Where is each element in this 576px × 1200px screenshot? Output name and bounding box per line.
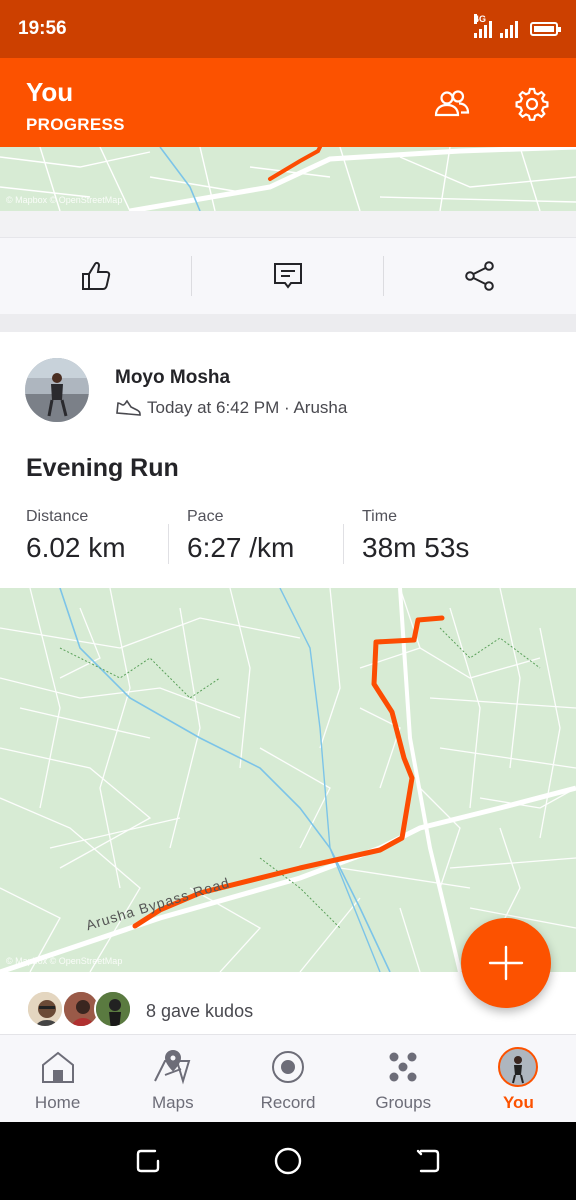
nav-label: Record [260, 1093, 316, 1112]
home-icon [38, 1047, 78, 1087]
plus-icon [488, 945, 524, 981]
status-icons: 4G [474, 14, 561, 38]
kudos-text[interactable]: 8 gave kudos [146, 1001, 253, 1022]
kudos-button[interactable] [0, 238, 192, 314]
previous-activity-map[interactable]: © Mapbox © OpenStreetMap [0, 147, 576, 211]
activity-action-bar [0, 237, 576, 314]
page-title: You [26, 77, 74, 107]
friends-button[interactable] [429, 82, 473, 126]
page-subtitle: PROGRESS [26, 115, 125, 134]
battery-icon [530, 22, 561, 36]
shoe-icon [116, 399, 141, 416]
card-gap [0, 211, 576, 237]
avatar [498, 1047, 539, 1087]
nav-label: Home [34, 1093, 81, 1112]
nav-record[interactable]: Record [230, 1035, 345, 1122]
athlete-photo [25, 358, 89, 422]
bottom-nav: Home Maps Record Groups You [0, 1034, 576, 1122]
back-icon [416, 1149, 440, 1173]
nav-maps[interactable]: Maps [115, 1035, 230, 1122]
nav-you[interactable]: You [461, 1035, 576, 1122]
nav-label: Maps [152, 1093, 194, 1112]
recent-apps-button[interactable] [133, 1146, 163, 1176]
share-button[interactable] [384, 238, 576, 314]
athlete-name[interactable]: Moyo Mosha [115, 367, 230, 389]
groups-icon [383, 1047, 423, 1087]
gear-icon [515, 87, 549, 121]
recent-apps-icon [136, 1149, 160, 1173]
stat-divider [343, 524, 344, 564]
stat-value: 6.02 km [26, 532, 126, 563]
nav-groups[interactable]: Groups [346, 1035, 461, 1122]
home-system-button[interactable] [273, 1146, 303, 1176]
stat-value: 6:27 /km [187, 532, 295, 563]
stat-label: Pace [187, 508, 224, 525]
share-icon [465, 261, 494, 291]
activity-map[interactable]: © Mapbox © OpenStreetMap Arusha Bypass R… [0, 588, 576, 972]
stat-label: Distance [26, 508, 89, 525]
status-time: 19:56 [18, 18, 67, 39]
status-bar: 19:56 4G [0, 0, 576, 58]
thumbs-up-icon [82, 261, 111, 290]
athlete-avatar[interactable] [25, 358, 89, 422]
system-nav-bar [0, 1122, 576, 1200]
activity-title[interactable]: Evening Run [26, 454, 179, 483]
add-activity-button[interactable] [461, 918, 551, 1008]
settings-button[interactable] [510, 82, 554, 126]
stat-pace: Pace 6:27 /km [187, 508, 343, 564]
nav-label: Groups [375, 1093, 432, 1112]
kudo-avatar [26, 990, 64, 1028]
comment-icon [274, 263, 302, 289]
signal-icon [500, 20, 518, 38]
activity-stats: Distance 6.02 km Pace 6:27 /km Time 38m … [26, 508, 512, 564]
record-icon [268, 1047, 308, 1087]
map-attribution: © Mapbox © OpenStreetMap [6, 956, 123, 966]
stat-time: Time 38m 53s [362, 508, 512, 564]
activity-card[interactable]: Moyo Mosha Today at 6:42 PM · Arusha Eve… [0, 332, 576, 588]
nav-label: You [502, 1093, 534, 1112]
stat-label: Time [362, 508, 397, 525]
stat-distance: Distance 6.02 km [26, 508, 168, 564]
back-button[interactable] [413, 1146, 443, 1176]
stat-value: 38m 53s [362, 532, 470, 563]
app-header: You PROGRESS [0, 58, 576, 147]
friends-icon [434, 90, 470, 117]
map-roads [0, 588, 576, 972]
signal-4g-icon: 4G [474, 14, 492, 38]
kudo-avatar [94, 990, 132, 1028]
activity-meta-text: Today at 6:42 PM · Arusha [147, 398, 348, 417]
section-separator [0, 314, 576, 332]
maps-icon [153, 1047, 193, 1087]
activity-meta: Today at 6:42 PM · Arusha [115, 398, 347, 418]
map-attribution: © Mapbox © OpenStreetMap [6, 195, 123, 205]
stat-divider [168, 524, 169, 564]
circle-home-icon [274, 1147, 302, 1175]
comment-button[interactable] [192, 238, 384, 314]
nav-home[interactable]: Home [0, 1035, 115, 1122]
